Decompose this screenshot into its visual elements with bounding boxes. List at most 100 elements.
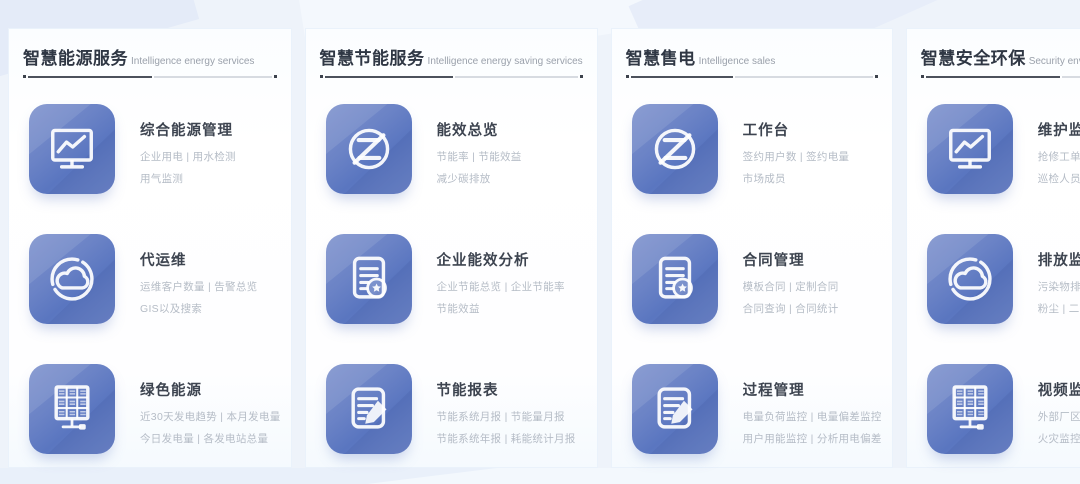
service-columns: 智慧能源服务Intelligence energy services 综合能源管… — [0, 0, 1080, 484]
cloud-circle-icon — [937, 246, 1003, 312]
underline-light-segment — [1062, 76, 1080, 78]
icon-tile — [632, 364, 718, 454]
icon-tile — [927, 364, 1013, 454]
card-subtitle-line2: 巡检人员 — [1038, 171, 1080, 186]
card-subtitle-line1: 节能系统月报 | 节能量月报 — [437, 409, 576, 424]
card-subtitle-line1: 抢修工单分类 | 抢修人员 — [1038, 149, 1080, 164]
icon-tile — [927, 104, 1013, 194]
underline-left-dot — [23, 75, 26, 78]
card-workbench[interactable]: 工作台 签约用户数 | 签约电量 市场成员 — [632, 104, 882, 194]
icon-tile — [29, 234, 115, 324]
card-process-management[interactable]: 过程管理 电量负荷监控 | 电量偏差监控 用户用能监控 | 分析用电偏差 — [632, 364, 882, 454]
card-title: 工作台 — [743, 119, 850, 140]
card-maintenance-monitoring[interactable]: 维护监测 抢修工单分类 | 抢修人员 巡检人员 — [927, 104, 1080, 194]
card-text: 代运维 运维客户数量 | 告警总览 GIS以及搜索 — [140, 234, 257, 316]
column-security-environment: 智慧安全环保Security environmental protection … — [906, 28, 1080, 468]
card-text: 综合能源管理 企业用电 | 用水检测 用气监测 — [140, 104, 236, 186]
card-text: 节能报表 节能系统月报 | 节能量月报 节能系统年报 | 耗能统计月报 — [437, 364, 576, 446]
underline-right-dot — [274, 75, 277, 78]
underline-light-segment — [735, 76, 873, 78]
card-subtitle-line2: 节能系统年报 | 耗能统计月报 — [437, 431, 576, 446]
header-underline — [921, 75, 1080, 78]
column-energy-services: 智慧能源服务Intelligence energy services 综合能源管… — [8, 28, 292, 468]
card-subtitle-line2: 用气监测 — [140, 171, 236, 186]
column-header: 智慧售电Intelligence sales — [626, 44, 878, 78]
header-underline — [320, 75, 583, 78]
underline-right-dot — [580, 75, 583, 78]
card-title: 维护监测 — [1038, 119, 1080, 140]
icon-tile — [326, 364, 412, 454]
card-text: 工作台 签约用户数 | 签约电量 市场成员 — [743, 104, 850, 186]
column-title-en: Intelligence sales — [699, 56, 776, 67]
column-title-zh: 智慧能源服务 — [23, 49, 128, 68]
monitor-chart-icon — [39, 116, 105, 182]
icon-tile — [326, 104, 412, 194]
column-title-en: Intelligence energy services — [131, 56, 254, 67]
underline-left-dot — [921, 75, 924, 78]
card-subtitle-line2: 粉尘 | 二氧化硫 — [1038, 301, 1080, 316]
card-text: 能效总览 节能率 | 节能效益 减少碳排放 — [437, 104, 522, 186]
underline-dark-segment — [631, 76, 733, 78]
monitor-chart-icon — [937, 116, 1003, 182]
card-title: 过程管理 — [743, 379, 882, 400]
underline-left-dot — [320, 75, 323, 78]
card-video-monitoring[interactable]: 视频监控 外部厂区监控 | 内部监控 火灾监控 — [927, 364, 1080, 454]
card-subtitle-line1: 运维客户数量 | 告警总览 — [140, 279, 257, 294]
card-title: 能效总览 — [437, 119, 522, 140]
column-title-en: Security environmental protection — [1029, 56, 1080, 67]
underline-dark-segment — [325, 76, 453, 78]
header-underline — [626, 75, 878, 78]
card-contract-management[interactable]: 合同管理 模板合同 | 定制合同 合同查询 | 合同统计 — [632, 234, 882, 324]
card-integrated-energy-management[interactable]: 综合能源管理 企业用电 | 用水检测 用气监测 — [29, 104, 281, 194]
underline-dark-segment — [926, 76, 1060, 78]
card-energy-saving-report[interactable]: 节能报表 节能系统月报 | 节能量月报 节能系统年报 | 耗能统计月报 — [326, 364, 587, 454]
column-header: 智慧节能服务Intelligence energy saving service… — [320, 44, 583, 78]
underline-light-segment — [455, 76, 578, 78]
card-operation-maintenance[interactable]: 代运维 运维客户数量 | 告警总览 GIS以及搜索 — [29, 234, 281, 324]
document-star-icon — [642, 246, 708, 312]
card-subtitle-line2: 今日发电量 | 各发电站总量 — [140, 431, 281, 446]
card-subtitle-line1: 签约用户数 | 签约电量 — [743, 149, 850, 164]
card-title: 代运维 — [140, 249, 257, 270]
card-subtitle-line1: 外部厂区监控 | 内部监控 — [1038, 409, 1080, 424]
cloud-circle-icon — [39, 246, 105, 312]
card-title: 合同管理 — [743, 249, 839, 270]
card-text: 维护监测 抢修工单分类 | 抢修人员 巡检人员 — [1038, 104, 1080, 186]
column-title-en: Intelligence energy saving services — [428, 56, 583, 67]
card-subtitle-line2: 合同查询 | 合同统计 — [743, 301, 839, 316]
card-text: 过程管理 电量负荷监控 | 电量偏差监控 用户用能监控 | 分析用电偏差 — [743, 364, 882, 446]
card-green-energy[interactable]: 绿色能源 近30天发电趋势 | 本月发电量 今日发电量 | 各发电站总量 — [29, 364, 281, 454]
card-title: 排放监测 — [1038, 249, 1080, 270]
card-text: 排放监测 污染物排放 | 碳排放 粉尘 | 二氧化硫 — [1038, 234, 1080, 316]
card-subtitle-line2: 用户用能监控 | 分析用电偏差 — [743, 431, 882, 446]
card-text: 合同管理 模板合同 | 定制合同 合同查询 | 合同统计 — [743, 234, 839, 316]
card-subtitle-line1: 企业节能总览 | 企业节能率 — [437, 279, 565, 294]
card-title: 绿色能源 — [140, 379, 281, 400]
card-subtitle-line2: 火灾监控 — [1038, 431, 1080, 446]
underline-right-dot — [875, 75, 878, 78]
card-energy-efficiency-overview[interactable]: 能效总览 节能率 | 节能效益 减少碳排放 — [326, 104, 587, 194]
card-text: 绿色能源 近30天发电趋势 | 本月发电量 今日发电量 | 各发电站总量 — [140, 364, 281, 446]
icon-tile — [632, 104, 718, 194]
card-subtitle-line1: 近30天发电趋势 | 本月发电量 — [140, 409, 281, 424]
document-pencil-icon — [336, 376, 402, 442]
underline-left-dot — [626, 75, 629, 78]
card-emission-monitoring[interactable]: 排放监测 污染物排放 | 碳排放 粉尘 | 二氧化硫 — [927, 234, 1080, 324]
icon-tile — [927, 234, 1013, 324]
header-underline — [23, 75, 277, 78]
column-title-zh: 智慧节能服务 — [320, 49, 425, 68]
column-title-zh: 智慧售电 — [626, 49, 696, 68]
column-header: 智慧能源服务Intelligence energy services — [23, 44, 277, 78]
icon-tile — [632, 234, 718, 324]
column-electricity-sales: 智慧售电Intelligence sales 工作台 签约用户数 | 签约电量 … — [611, 28, 893, 468]
card-title: 企业能效分析 — [437, 249, 565, 270]
z-logo-circle-icon — [642, 116, 708, 182]
card-subtitle-line2: 节能效益 — [437, 301, 565, 316]
solar-panel-icon — [937, 376, 1003, 442]
document-pencil-icon — [642, 376, 708, 442]
card-subtitle-line1: 模板合同 | 定制合同 — [743, 279, 839, 294]
card-subtitle-line2: 市场成员 — [743, 171, 850, 186]
column-energy-saving-services: 智慧节能服务Intelligence energy saving service… — [305, 28, 598, 468]
card-enterprise-efficiency-analysis[interactable]: 企业能效分析 企业节能总览 | 企业节能率 节能效益 — [326, 234, 587, 324]
icon-tile — [29, 104, 115, 194]
